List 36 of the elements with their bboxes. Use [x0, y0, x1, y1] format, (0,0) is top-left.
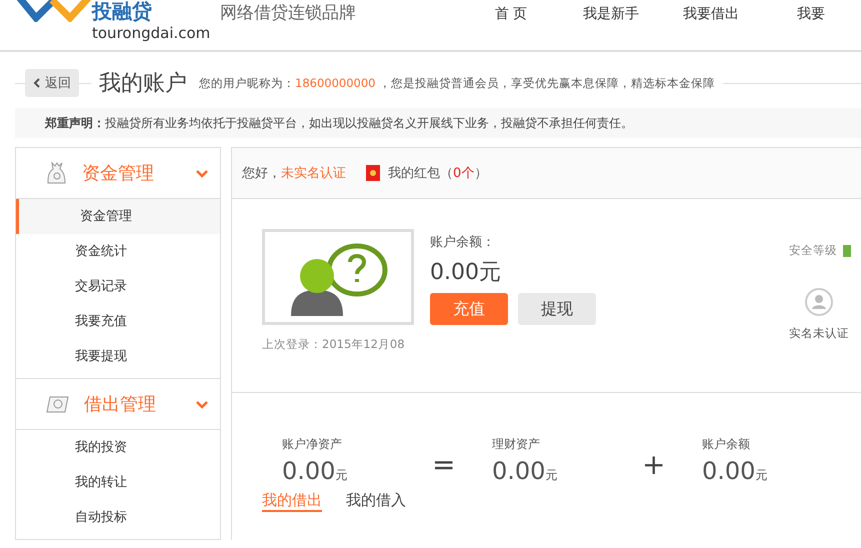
greeting-text: 您好，未实名认证 [242, 165, 346, 182]
chevron-icon [196, 400, 208, 408]
chevron-icon [196, 168, 208, 178]
asset-label: 账户净资产 [282, 436, 343, 453]
logo-domain: tourongdai.com [92, 24, 210, 42]
sidebar-item[interactable]: 资金管理 [16, 199, 220, 234]
bonus-link[interactable]: 我的红包（0个） [388, 164, 488, 182]
banknote-icon [46, 394, 70, 414]
user-icon [805, 288, 833, 316]
balance-label: 账户余额： [430, 234, 496, 251]
balance-value: 0.00元 [430, 259, 502, 287]
envelope-icon [366, 165, 380, 181]
asset-label: 理财资产 [492, 436, 541, 453]
asset-value: 0.00元 [282, 457, 348, 485]
last-login: 上次登录：2015年12月08 [262, 337, 406, 352]
asset-value: 0.00元 [702, 457, 768, 485]
nav-link[interactable]: 我是新手 [561, 4, 661, 24]
slogan: 网络借贷连锁品牌 [220, 2, 356, 24]
user-intro: 您的用户昵称为：18600000000 ，您是投融贷普通会员，享受优先赢本息保障，精选标本金保障 [195, 76, 724, 90]
nav-link[interactable]: 首 页 [461, 4, 561, 24]
security-bar [843, 244, 851, 256]
security-label: 安全等级 [789, 243, 837, 258]
chevron-left-icon [33, 78, 41, 88]
asset-label: 账户余额 [702, 436, 751, 453]
operator-sign: = [432, 448, 456, 481]
nav-link[interactable]: 我要借出 [661, 4, 761, 24]
back-button[interactable]: 返回 [25, 69, 79, 97]
logo-text: 投融贷 [92, 0, 152, 22]
nav-link[interactable]: 我要 [761, 4, 861, 24]
money-bag-icon [46, 161, 68, 185]
operator-sign: + [642, 448, 666, 481]
withdraw-button[interactable]: 提现 [518, 293, 596, 325]
asset-value: 0.00元 [492, 457, 558, 485]
tab[interactable]: 我的借入 [346, 491, 406, 512]
notice-bar: 郑重声明：投融贷所有业务均依托于投融贷平台，如出现以投融贷名义开展线下业务，投融贷不承担任何责任。 [15, 108, 861, 138]
verify-status: 实名未认证 [789, 326, 849, 341]
